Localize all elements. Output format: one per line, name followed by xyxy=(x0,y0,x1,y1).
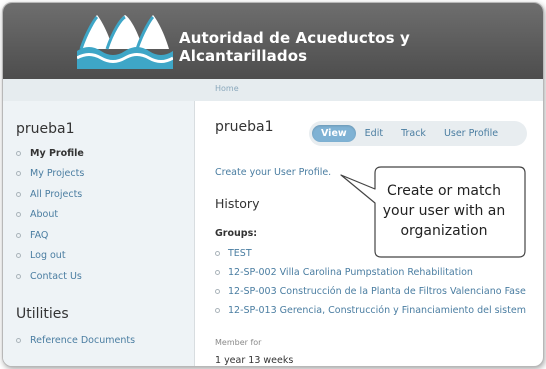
sidebar-item-all-projects[interactable]: All Projects xyxy=(16,184,84,205)
group-link[interactable]: 12-SP-002 Villa Carolina Pumpstation Reh… xyxy=(228,267,473,278)
bullet-icon xyxy=(16,253,21,259)
sidebar-item-label[interactable]: Log out xyxy=(30,250,66,261)
group-link[interactable]: TEST xyxy=(228,248,252,259)
site-header: Autoridad de Acueductos y Alcantarillado… xyxy=(3,3,543,79)
list-item[interactable]: 12-SP-003 Construcción de la Planta de F… xyxy=(215,282,543,301)
sidebar-nav: My Profile My Projects All Projects Abou… xyxy=(16,143,84,287)
sidebar-item-contact-us[interactable]: Contact Us xyxy=(16,266,84,287)
bullet-icon xyxy=(16,337,21,343)
callout-line: organization xyxy=(400,223,488,239)
breadcrumb-bar: Home xyxy=(195,79,543,101)
bullet-icon xyxy=(16,212,21,218)
bullet-icon xyxy=(215,289,220,294)
member-for-value: 1 year 13 weeks xyxy=(215,355,294,366)
sidebar-item-label[interactable]: Contact Us xyxy=(30,271,82,282)
profile-tabs: View Edit Track User Profile xyxy=(309,121,527,146)
sidebar-item-label[interactable]: All Projects xyxy=(30,189,82,200)
sidebar-item-reference-documents[interactable]: Reference Documents xyxy=(16,331,135,349)
bullet-icon xyxy=(16,150,21,156)
tab-track[interactable]: Track xyxy=(392,128,435,139)
utilities-list: Reference Documents xyxy=(16,331,135,349)
groups-label: Groups: xyxy=(215,228,258,239)
sidebar-item-my-projects[interactable]: My Projects xyxy=(16,164,84,185)
bullet-icon xyxy=(215,270,220,275)
list-item[interactable]: 12-SP-013 Gerencia, Construcción y Finan… xyxy=(215,301,543,320)
history-heading: History xyxy=(215,196,260,211)
sidebar-item-log-out[interactable]: Log out xyxy=(16,246,84,267)
bullet-icon xyxy=(16,191,21,197)
page-title: prueba1 xyxy=(215,119,274,135)
sidebar: prueba1 My Profile My Projects All Proje… xyxy=(3,79,195,366)
tab-user-profile[interactable]: User Profile xyxy=(435,128,507,139)
sidebar-item-label[interactable]: My Profile xyxy=(30,148,84,159)
bullet-icon xyxy=(215,251,220,256)
callout-line: Create or match xyxy=(386,183,502,199)
browser-frame: Autoridad de Acueductos y Alcantarillado… xyxy=(2,2,544,367)
sidebar-item-faq[interactable]: FAQ xyxy=(16,225,84,246)
breadcrumb-home[interactable]: Home xyxy=(215,84,239,93)
bullet-icon xyxy=(16,232,21,238)
callout-line: your user with an xyxy=(382,203,506,219)
site-title: Autoridad de Acueductos y Alcantarillado… xyxy=(179,29,410,65)
sidebar-item-about[interactable]: About xyxy=(16,205,84,226)
sidebar-item-label[interactable]: About xyxy=(30,209,58,220)
utilities-heading: Utilities xyxy=(16,306,69,322)
bullet-icon xyxy=(16,171,21,177)
bullet-icon xyxy=(215,308,220,313)
sidebar-item-my-profile[interactable]: My Profile xyxy=(16,143,84,164)
group-link[interactable]: 12-SP-013 Gerencia, Construcción y Finan… xyxy=(228,305,526,316)
member-for-label: Member for xyxy=(215,338,262,347)
tab-view[interactable]: View xyxy=(312,125,356,142)
sidebar-item-label[interactable]: FAQ xyxy=(30,230,48,241)
bullet-icon xyxy=(16,273,21,279)
sidebar-item-label[interactable]: My Projects xyxy=(30,168,84,179)
sidebar-item-label[interactable]: Reference Documents xyxy=(30,335,135,346)
callout-text: Create or match your user with an organi… xyxy=(369,181,519,241)
sidebar-top-strip xyxy=(3,79,195,101)
water-waves-logo[interactable] xyxy=(77,11,173,69)
sidebar-user-name: prueba1 xyxy=(16,121,75,137)
list-item[interactable]: 12-SP-002 Villa Carolina Pumpstation Reh… xyxy=(215,263,543,282)
tab-edit[interactable]: Edit xyxy=(356,128,392,139)
group-link[interactable]: 12-SP-003 Construcción de la Planta de F… xyxy=(228,286,526,297)
create-user-profile-link[interactable]: Create your User Profile. xyxy=(215,167,331,178)
